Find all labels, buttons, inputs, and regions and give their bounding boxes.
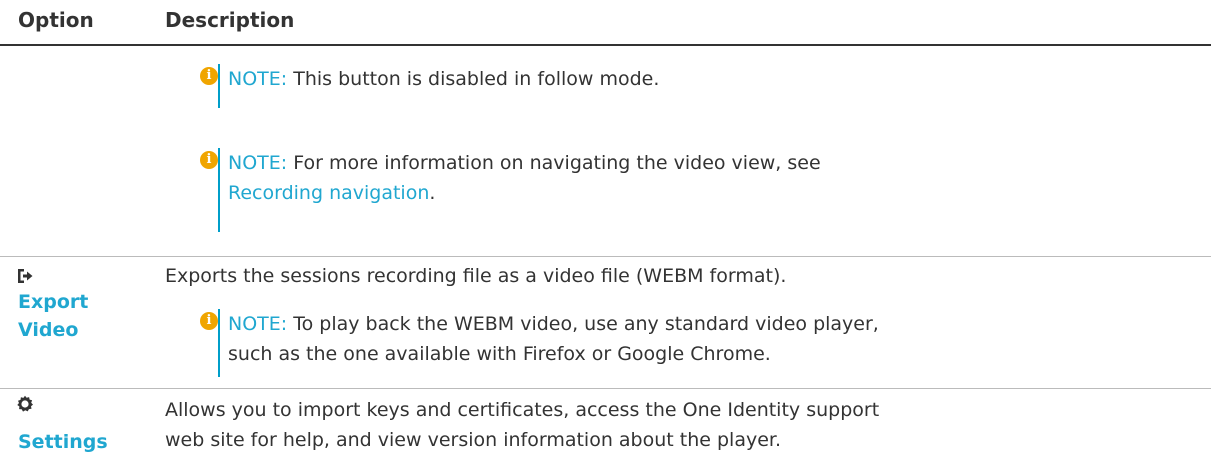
info-icon: i — [200, 67, 218, 85]
table-header: Option Description — [0, 0, 1211, 46]
note-box: i NOTE: To play back the WEBM video, use… — [200, 309, 1160, 377]
recording-navigation-link[interactable]: Recording navigation — [228, 182, 429, 204]
description-line: Allows you to import keys and certificat… — [165, 399, 880, 421]
header-option: Option — [18, 8, 94, 32]
note-bar — [218, 64, 220, 108]
note-body: such as the one available with Firefox o… — [228, 343, 771, 365]
header-description: Description — [165, 8, 295, 32]
description-line: web site for help, and view version info… — [165, 429, 782, 451]
note-text: NOTE: For more information on navigating… — [228, 148, 821, 208]
note-bar — [218, 309, 220, 377]
note-body: For more information on navigating the v… — [287, 152, 821, 174]
table-row: Export Video Exports the sessions record… — [0, 257, 1211, 389]
info-icon: i — [200, 312, 218, 330]
option-label: Settings — [18, 431, 108, 453]
note-label: NOTE: — [228, 152, 288, 174]
note-bar — [218, 148, 220, 232]
info-icon: i — [200, 151, 218, 169]
option-label-line: Video — [18, 319, 79, 341]
table-row: i NOTE: This button is disabled in follo… — [0, 46, 1211, 257]
option-label-line: Export — [18, 291, 89, 313]
note-label: NOTE: — [228, 68, 288, 90]
note-text: NOTE: To play back the WEBM video, use a… — [228, 309, 879, 369]
gear-icon — [16, 395, 34, 419]
note-box: i NOTE: This button is disabled in follo… — [200, 64, 1160, 108]
table-row: Settings Allows you to import keys and c… — [0, 389, 1211, 463]
note-period: . — [429, 182, 436, 204]
note-box: i NOTE: For more information on navigati… — [200, 148, 1160, 232]
note-text: NOTE: This button is disabled in follow … — [228, 64, 659, 94]
options-table: Option Description i NOTE: This button i… — [0, 0, 1211, 453]
note-body: This button is disabled in follow mode. — [287, 68, 660, 90]
description-text: Exports the sessions recording file as a… — [165, 265, 787, 287]
note-body: To play back the WEBM video, use any sta… — [287, 313, 879, 335]
note-label: NOTE: — [228, 313, 288, 335]
